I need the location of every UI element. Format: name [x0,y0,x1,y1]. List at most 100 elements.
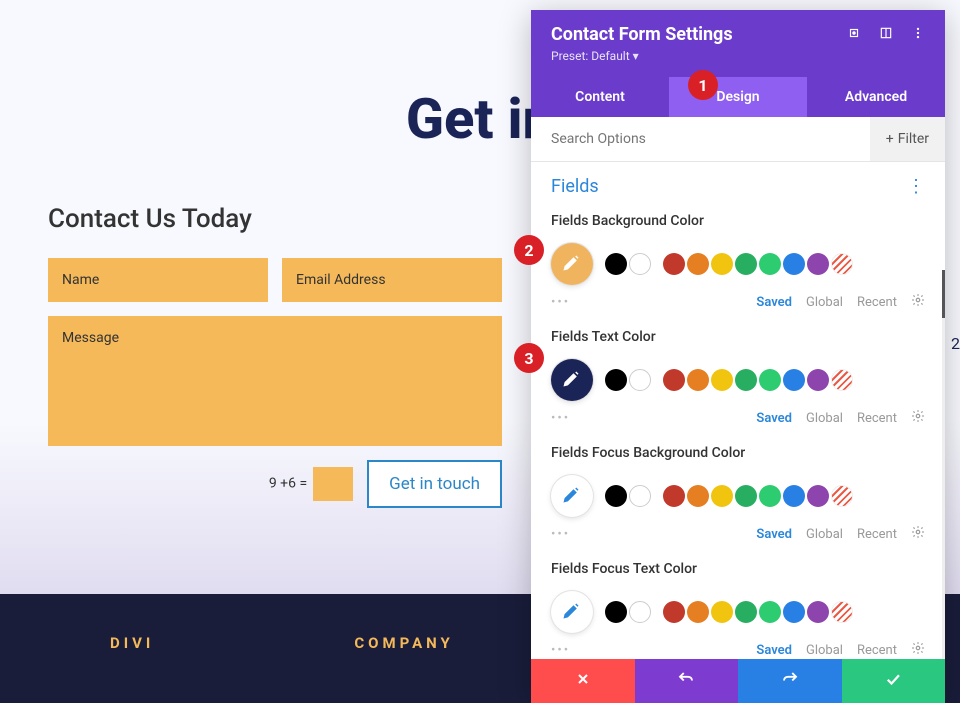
saved-tab[interactable]: Saved [756,643,792,658]
more-icon[interactable]: ••• [551,411,570,426]
swatch-color[interactable] [759,601,781,623]
swatch-color[interactable] [807,601,829,623]
email-field[interactable] [282,258,502,302]
swatch-color[interactable] [663,485,685,507]
footer-col-company: COMPANY [354,634,454,652]
swatch-color[interactable] [735,485,757,507]
expand-icon[interactable] [847,25,861,44]
preset-dropdown[interactable]: Preset: Default ▾ [551,49,925,63]
save-button[interactable] [842,659,946,703]
swatch-color[interactable] [687,485,709,507]
swatch-white[interactable] [629,601,651,623]
swatch-color[interactable] [687,369,709,391]
swatch-color[interactable] [783,369,805,391]
swatch-none[interactable] [831,253,853,275]
contact-form: Contact Us Today 9 +6 = Get in touch [48,204,502,508]
tab-advanced[interactable]: Advanced [807,77,945,117]
swatch-none[interactable] [831,485,853,507]
cancel-button[interactable] [531,659,635,703]
swatch-color[interactable] [687,253,709,275]
option-label: Fields Background Color [551,213,925,229]
swatch-color[interactable] [783,253,805,275]
swatch-color[interactable] [807,369,829,391]
saved-tab[interactable]: Saved [756,527,792,542]
global-tab[interactable]: Global [806,643,843,658]
check-icon [884,670,902,692]
color-picker-button[interactable] [551,475,593,517]
footer-col-divi: DIVI [110,634,154,652]
more-icon[interactable]: ••• [551,527,570,542]
swatch-color[interactable] [783,485,805,507]
more-icon[interactable]: ••• [551,295,570,310]
chevron-down-icon: ▾ [633,49,639,63]
swatch-color[interactable] [759,485,781,507]
swatch-color[interactable] [663,253,685,275]
recent-tab[interactable]: Recent [857,411,897,426]
swatch-white[interactable] [629,253,651,275]
swatch-color[interactable] [711,253,733,275]
swatch-white[interactable] [629,485,651,507]
eyedropper-icon [563,601,581,623]
name-field[interactable] [48,258,268,302]
settings-panel: Contact Form Settings Preset: Default ▾ … [531,10,945,703]
scrollbar[interactable] [942,270,945,659]
recent-tab[interactable]: Recent [857,295,897,310]
message-field[interactable] [48,316,502,446]
gear-icon[interactable] [911,641,925,659]
swatch-color[interactable] [783,601,805,623]
redo-button[interactable] [738,659,842,703]
option-label: Fields Focus Text Color [551,561,925,577]
more-icon[interactable]: ••• [551,643,570,658]
undo-button[interactable] [635,659,739,703]
swatch-color[interactable] [711,485,733,507]
close-icon [575,671,591,691]
recent-tab[interactable]: Recent [857,527,897,542]
recent-tab[interactable]: Recent [857,643,897,658]
swatch-black[interactable] [605,369,627,391]
swatch-black[interactable] [605,485,627,507]
gear-icon[interactable] [911,525,925,543]
search-input[interactable] [531,117,870,161]
plus-icon: + [886,131,894,147]
eyedropper-icon [563,253,581,275]
global-tab[interactable]: Global [806,295,843,310]
global-tab[interactable]: Global [806,527,843,542]
callout-1: 1 [688,70,718,100]
swatch-color[interactable] [663,601,685,623]
swatch-none[interactable] [831,369,853,391]
swatch-white[interactable] [629,369,651,391]
swatch-color[interactable] [807,485,829,507]
redo-icon [781,670,799,692]
swatch-black[interactable] [605,601,627,623]
captcha-input[interactable] [313,467,353,501]
global-tab[interactable]: Global [806,411,843,426]
gear-icon[interactable] [911,293,925,311]
swatch-color[interactable] [807,253,829,275]
eyedropper-icon [563,485,581,507]
submit-button[interactable]: Get in touch [367,460,502,508]
swatch-color[interactable] [687,601,709,623]
form-title: Contact Us Today [48,204,502,234]
columns-icon[interactable] [879,25,893,44]
swatch-black[interactable] [605,253,627,275]
color-picker-button[interactable] [551,591,593,633]
kebab-icon[interactable] [911,25,925,44]
saved-tab[interactable]: Saved [756,411,792,426]
swatch-color[interactable] [711,369,733,391]
swatch-color[interactable] [759,369,781,391]
section-kebab-icon[interactable]: ⋮ [907,176,925,197]
swatch-color[interactable] [711,601,733,623]
swatch-color[interactable] [735,253,757,275]
swatch-color[interactable] [735,369,757,391]
swatch-none[interactable] [831,601,853,623]
color-picker-button[interactable] [551,243,593,285]
tab-content[interactable]: Content [531,77,669,117]
saved-tab[interactable]: Saved [756,295,792,310]
swatch-color[interactable] [735,601,757,623]
gear-icon[interactable] [911,409,925,427]
color-picker-button[interactable] [551,359,593,401]
filter-button[interactable]: + Filter [870,117,945,161]
swatch-color[interactable] [759,253,781,275]
section-title-fields[interactable]: Fields [551,176,599,197]
swatch-color[interactable] [663,369,685,391]
